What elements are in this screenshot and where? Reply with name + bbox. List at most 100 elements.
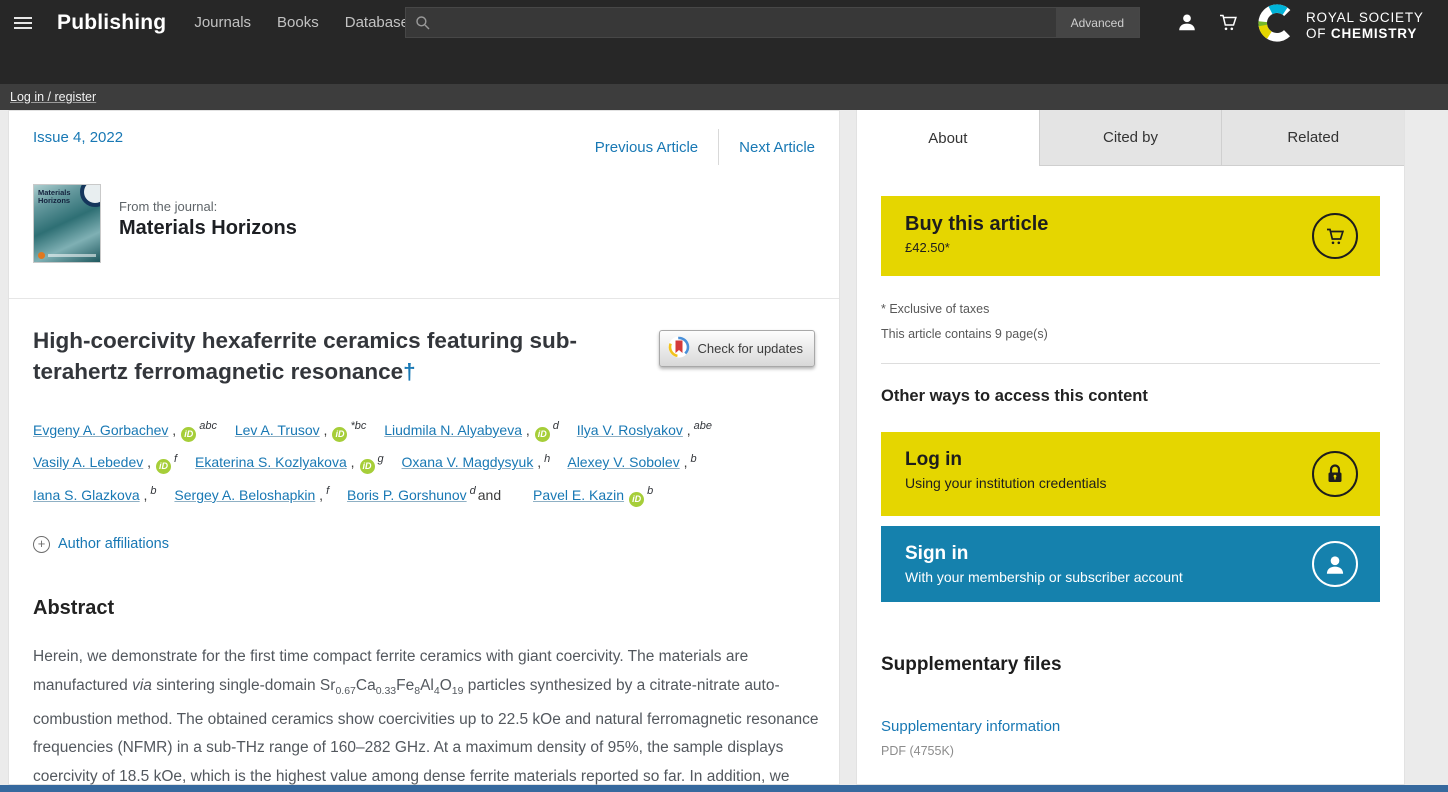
abstract-text: Herein, we demonstrate for the first tim… xyxy=(33,643,819,792)
supplementary-file-meta: PDF (4755K) xyxy=(881,744,1380,758)
search-input[interactable] xyxy=(439,8,1056,37)
pagination-divider xyxy=(718,129,719,165)
author-entry: Boris P. Gorshunovdand xyxy=(347,487,515,503)
previous-article-link[interactable]: Previous Article xyxy=(595,133,698,162)
author-affiliation-sup: f xyxy=(174,453,177,465)
advanced-search-button[interactable]: Advanced xyxy=(1056,8,1139,37)
orcid-icon[interactable]: iD xyxy=(156,459,171,474)
panel-divider xyxy=(881,363,1380,364)
author-link[interactable]: Oxana V. Magdysyuk xyxy=(402,454,534,470)
member-signin-button[interactable]: Sign in With your membership or subscrib… xyxy=(881,526,1380,602)
nav-journals[interactable]: Journals xyxy=(194,14,251,31)
other-ways-heading: Other ways to access this content xyxy=(881,387,1380,406)
author-link[interactable]: Ilya V. Roslyakov xyxy=(577,422,683,438)
brand-publishing[interactable]: Publishing xyxy=(57,11,166,35)
author-link[interactable]: Alexey V. Sobolev xyxy=(567,454,679,470)
supplementary-files-heading: Supplementary files xyxy=(881,654,1380,676)
orcid-icon[interactable]: iD xyxy=(360,459,375,474)
author-link[interactable]: Pavel E. Kazin xyxy=(533,487,624,503)
author-affiliation-sup: b xyxy=(647,485,653,497)
buy-article-button[interactable]: Buy this article £42.50* xyxy=(881,196,1380,276)
author-affiliation-sup: *bc xyxy=(350,420,366,432)
author-affiliation-sup: g xyxy=(378,453,384,465)
author-affiliation-sup: d xyxy=(553,420,559,432)
institution-login-button[interactable]: Log in Using your institution credential… xyxy=(881,432,1380,516)
rsc-logo-text: ROYAL SOCIETY OF CHEMISTRY xyxy=(1306,10,1424,42)
orcid-icon[interactable]: iD xyxy=(181,427,196,442)
author-link[interactable]: Vasily A. Lebedev xyxy=(33,454,143,470)
footnote-dagger-link[interactable]: † xyxy=(403,359,416,384)
author-entry: Iana S. Glazkova ,b xyxy=(33,487,157,503)
author-link[interactable]: Ekaterina S. Kozlyakova xyxy=(195,454,347,470)
footer-bar xyxy=(0,785,1448,792)
article-title: High-coercivity hexaferrite ceramics fea… xyxy=(33,325,659,387)
search-bar: Advanced xyxy=(405,7,1140,38)
page-count-note: This article contains 9 page(s) xyxy=(881,327,1380,341)
author-affiliations-toggle[interactable]: + Author affiliations xyxy=(33,536,815,553)
author-affiliation-sup: b xyxy=(150,485,156,497)
author-entry: Liudmila N. Alyabyeva ,iDd xyxy=(384,422,559,438)
orcid-icon[interactable]: iD xyxy=(332,427,347,442)
author-entry: Lev A. Trusov ,iD*bc xyxy=(235,422,367,438)
author-link[interactable]: Boris P. Gorshunov xyxy=(347,487,467,503)
tab-about[interactable]: About xyxy=(857,110,1040,166)
author-link[interactable]: Liudmila N. Alyabyeva xyxy=(384,422,522,438)
author-affiliation-sup: abe xyxy=(694,420,712,432)
issue-link[interactable]: Issue 4, 2022 xyxy=(33,129,123,146)
author-link[interactable]: Lev A. Trusov xyxy=(235,422,320,438)
check-for-updates-button[interactable]: Check for updates xyxy=(659,330,815,367)
journal-cover-thumbnail[interactable]: Materials Horizons xyxy=(33,184,101,263)
article-side-panel: About Cited by Related Buy this article … xyxy=(856,110,1405,785)
author-entry: Vasily A. Lebedev ,iDf xyxy=(33,454,177,470)
journal-name-link[interactable]: Materials Horizons xyxy=(119,217,297,240)
author-entry: Oxana V. Magdysyuk ,h xyxy=(402,454,551,470)
search-icon xyxy=(415,15,431,31)
page: Publishing Journals Books Databases Adva… xyxy=(0,0,1448,792)
author-link[interactable]: Iana S. Glazkova xyxy=(33,487,140,503)
top-nav: Journals Books Databases xyxy=(194,14,416,31)
author-link[interactable]: Sergey A. Beloshapkin xyxy=(174,487,315,503)
user-icon xyxy=(1312,541,1358,587)
expand-plus-icon: + xyxy=(33,536,50,553)
lock-icon xyxy=(1312,451,1358,497)
author-entry: Sergey A. Beloshapkin ,f xyxy=(174,487,329,503)
author-affiliation-sup: h xyxy=(544,453,550,465)
author-entry: Ekaterina S. Kozlyakova ,iDg xyxy=(195,454,384,470)
author-affiliation-sup: d xyxy=(470,485,476,497)
orcid-icon[interactable]: iD xyxy=(629,492,644,507)
crossmark-icon xyxy=(668,336,690,361)
tab-cited-by[interactable]: Cited by xyxy=(1040,110,1223,166)
cover-art xyxy=(80,184,101,207)
account-bar: Log in / register xyxy=(0,84,1448,110)
article-pagination: Previous Article Next Article xyxy=(595,129,815,165)
tab-related[interactable]: Related xyxy=(1222,110,1404,166)
account-icon[interactable] xyxy=(1176,10,1198,34)
author-entry: Pavel E. KaziniDb xyxy=(533,487,653,503)
abstract-heading: Abstract xyxy=(33,597,815,620)
top-header: Publishing Journals Books Databases Adva… xyxy=(0,0,1448,84)
author-affiliation-sup: abc xyxy=(199,420,217,432)
author-list: Evgeny A. Gorbachev ,iDabc Lev A. Trusov… xyxy=(33,412,819,510)
from-journal-label: From the journal: xyxy=(119,199,297,214)
cart-icon[interactable] xyxy=(1216,10,1240,34)
menu-icon[interactable] xyxy=(14,14,32,32)
and-connector: and xyxy=(478,487,501,503)
section-divider xyxy=(9,298,839,299)
supplementary-information-link[interactable]: Supplementary information xyxy=(881,718,1380,735)
login-register-link[interactable]: Log in / register xyxy=(10,90,96,104)
author-affiliation-sup: b xyxy=(690,453,696,465)
author-entry: Alexey V. Sobolev ,b xyxy=(567,454,696,470)
rsc-logo-c-icon xyxy=(1256,2,1298,49)
orcid-icon[interactable]: iD xyxy=(535,427,550,442)
rsc-logo[interactable]: ROYAL SOCIETY OF CHEMISTRY xyxy=(1256,2,1424,49)
author-link[interactable]: Evgeny A. Gorbachev xyxy=(33,422,168,438)
nav-books[interactable]: Books xyxy=(277,14,319,31)
author-entry: Evgeny A. Gorbachev ,iDabc xyxy=(33,422,217,438)
buy-cart-icon xyxy=(1312,213,1358,259)
panel-tabs: About Cited by Related xyxy=(857,110,1404,166)
author-affiliation-sup: f xyxy=(326,485,329,497)
tax-note: * Exclusive of taxes xyxy=(881,302,1380,316)
article-card: Issue 4, 2022 Previous Article Next Arti… xyxy=(8,110,840,785)
author-entry: Ilya V. Roslyakov ,abe xyxy=(577,422,712,438)
next-article-link[interactable]: Next Article xyxy=(739,133,815,162)
